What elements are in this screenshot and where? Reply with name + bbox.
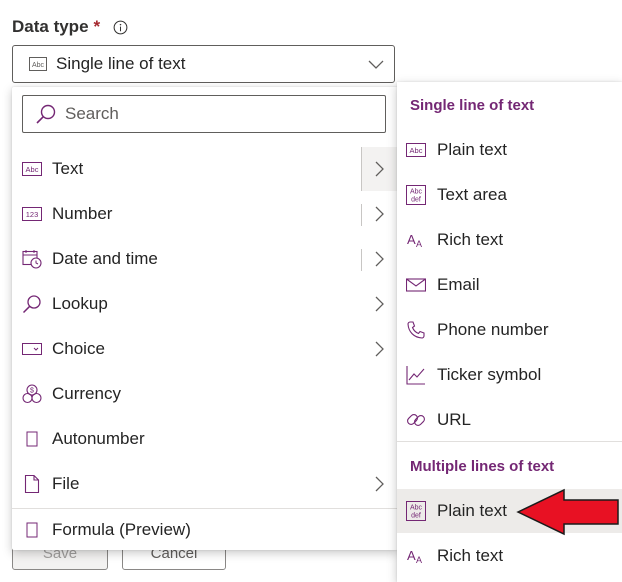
divider (361, 147, 362, 191)
svg-text:Abc: Abc (410, 146, 423, 155)
submenu-divider (397, 441, 622, 442)
svg-text:A: A (416, 239, 422, 249)
required-mark: * (93, 17, 101, 36)
menu-item-label: File (52, 474, 80, 493)
submenu-header-single: Single line of text (410, 97, 535, 114)
menu-item-label: Number (52, 204, 113, 223)
search-icon (22, 295, 41, 314)
selected-value: Single line of text (56, 54, 186, 73)
submenu-item-email[interactable]: Email (397, 263, 622, 307)
data-type-menu: Search Abc Text 123 Number Date and time… (12, 87, 398, 550)
svg-text:$: $ (30, 388, 34, 395)
submenu-item-label: URL (437, 410, 472, 429)
menu-item-label: Lookup (52, 294, 108, 313)
number-icon: 123 (22, 207, 42, 221)
chevron-right-icon (375, 206, 384, 222)
submenu-item-text-area[interactable]: Abc def Text area (397, 173, 622, 217)
abc-icon: Abc (29, 57, 47, 71)
menu-item-number[interactable]: 123 Number (12, 192, 398, 236)
search-icon (36, 104, 56, 124)
text-area-icon: Abc def (406, 501, 426, 521)
submenu-item-label: Plain text (437, 501, 507, 520)
info-icon[interactable] (113, 20, 128, 35)
mail-icon (406, 278, 426, 292)
submenu-item-label: Text area (437, 185, 507, 204)
chevron-right-icon (375, 341, 384, 357)
submenu-item-label: Email (437, 275, 480, 294)
formula-icon (26, 522, 38, 538)
chevron-down-icon (368, 60, 384, 69)
phone-icon (407, 321, 425, 339)
abc-icon: Abc (22, 162, 42, 176)
menu-item-text[interactable]: Abc Text (12, 147, 398, 191)
submenu-item-rich-text[interactable]: A A Rich text (397, 218, 622, 262)
rich-text-icon: A A (407, 548, 422, 565)
menu-item-label: Currency (52, 384, 121, 403)
choice-icon (22, 343, 42, 355)
submenu-item-label: Rich text (437, 230, 504, 249)
search-placeholder: Search (65, 104, 119, 123)
rich-text-icon: A A (407, 232, 422, 249)
submenu-header-multiple: Multiple lines of text (410, 458, 555, 475)
chevron-right-icon (375, 476, 384, 492)
svg-text:def: def (411, 197, 421, 204)
divider (361, 249, 362, 271)
chevron-right-icon (375, 251, 384, 267)
svg-text:def: def (411, 513, 421, 520)
svg-text:A: A (416, 555, 422, 565)
menu-item-date-and-time[interactable]: Date and time (12, 237, 398, 281)
annotation-arrow-icon (516, 488, 619, 536)
menu-item-autonumber[interactable]: Autonumber (12, 417, 398, 461)
currency-icon: $ (22, 384, 42, 404)
svg-text:Abc: Abc (410, 505, 423, 512)
text-area-icon: Abc def (406, 185, 426, 205)
calendar-clock-icon (22, 250, 42, 269)
file-icon (24, 474, 40, 494)
autonumber-icon (26, 431, 38, 447)
menu-item-label: Text (52, 159, 84, 178)
menu-item-label: Date and time (52, 249, 158, 268)
submenu-item-label: Ticker symbol (437, 365, 542, 384)
menu-item-file[interactable]: File (12, 462, 398, 506)
svg-text:Abc: Abc (32, 62, 45, 69)
submenu-item-phone-number[interactable]: Phone number (397, 308, 622, 352)
chart-icon (406, 366, 425, 385)
search-field[interactable]: Search (22, 95, 386, 133)
svg-text:Abc: Abc (410, 189, 423, 196)
svg-text:A: A (407, 548, 416, 563)
chevron-right-icon (375, 296, 384, 312)
submenu-item-label: Rich text (437, 546, 504, 565)
submenu-item-ticker-symbol[interactable]: Ticker symbol (397, 353, 622, 397)
menu-item-currency[interactable]: $ Currency (12, 372, 398, 416)
chevron-right-icon (375, 161, 384, 177)
menu-item-lookup[interactable]: Lookup (12, 282, 398, 326)
divider (361, 204, 362, 226)
abc-icon: Abc (406, 143, 426, 157)
link-icon (407, 414, 425, 426)
data-type-label-row: Data type * (12, 14, 128, 40)
menu-item-choice[interactable]: Choice (12, 327, 398, 371)
data-type-label: Data type (12, 17, 89, 36)
submenu-item-plain-text[interactable]: Abc Plain text (397, 128, 622, 172)
svg-text:Abc: Abc (26, 165, 39, 174)
svg-text:123: 123 (26, 210, 39, 219)
submenu-item-url[interactable]: URL (397, 398, 622, 442)
submenu-item-label: Plain text (437, 140, 507, 159)
menu-item-formula[interactable]: Formula (Preview) (12, 508, 398, 552)
data-type-dropdown[interactable]: Abc Single line of text (12, 45, 395, 83)
submenu-item-multi-rich-text[interactable]: A A Rich text (397, 534, 622, 578)
submenu-item-label: Phone number (437, 320, 549, 339)
menu-item-label: Autonumber (52, 429, 145, 448)
menu-item-label: Formula (Preview) (52, 520, 191, 539)
menu-item-label: Choice (52, 339, 105, 358)
svg-text:A: A (407, 232, 416, 247)
